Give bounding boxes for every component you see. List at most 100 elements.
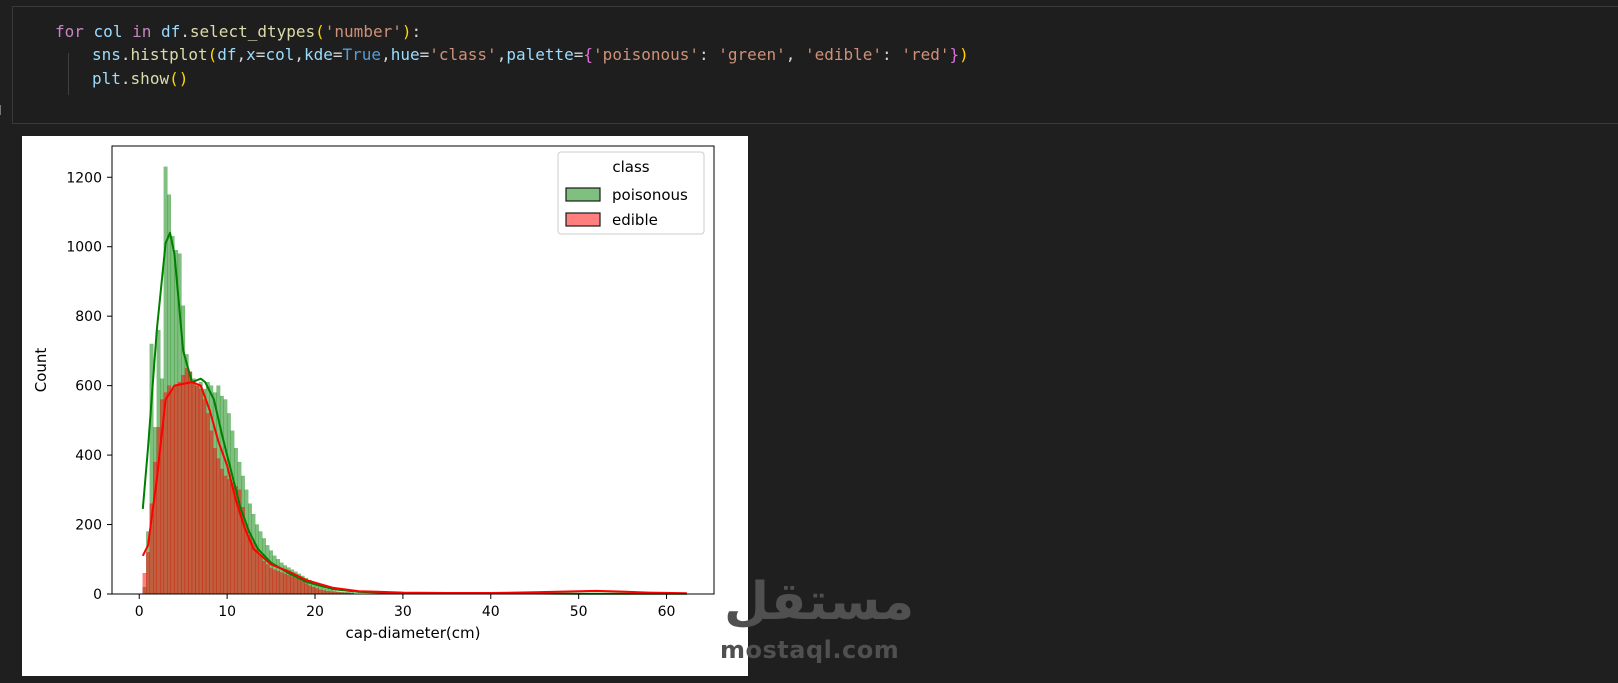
y-tick-label: 200 (75, 518, 102, 534)
code-token: palette (506, 45, 574, 64)
code-token: : (882, 45, 902, 64)
code-token: show (130, 69, 170, 88)
code-token: = (332, 45, 343, 64)
code-token: ( (315, 22, 325, 41)
legend-swatch-poisonous (565, 187, 601, 202)
edible-bar (167, 385, 172, 595)
code-token: select_dtypes (189, 22, 316, 41)
edible-bar (314, 588, 319, 595)
code-token: 'red' (901, 45, 950, 64)
code-token: in (132, 22, 152, 41)
edible-bar (321, 590, 326, 595)
code-token: , (496, 45, 507, 64)
code-token: ) (959, 45, 969, 64)
edible-bar (265, 564, 270, 595)
code-token: () (169, 69, 189, 88)
mostaql-watermark: مستقل mostaql.com (720, 572, 914, 678)
code-token: sns (92, 45, 121, 64)
code-token: 'edible' (804, 45, 883, 64)
edible-bar (318, 589, 323, 595)
edible-bar (304, 583, 309, 595)
y-axis-label: Count (32, 348, 50, 393)
code-token: col (265, 45, 295, 64)
y-tick-label: 600 (75, 379, 102, 395)
x-tick-label: 50 (570, 604, 588, 620)
edible-bar (230, 482, 235, 595)
code-token: True (342, 45, 382, 64)
edible-bar (174, 385, 179, 595)
code-token: , (294, 45, 304, 64)
edible-bar (283, 573, 288, 595)
edible-bar (223, 475, 228, 595)
cell-execution-marker (0, 105, 4, 115)
code-token: . (120, 69, 131, 88)
edible-bar (195, 385, 200, 595)
code-token: , (236, 45, 247, 64)
code-token: 'class' (429, 45, 497, 64)
code-token: for (55, 22, 84, 41)
code-line-2: sns.histplot(df,x=col,kde=True,hue='clas… (92, 44, 969, 66)
edible-bar (279, 572, 284, 595)
edible-bar (191, 382, 196, 595)
cell-output-plot: 0 10 20 30 40 50 60 0 200 400 600 800 1000 1200 cap-… (22, 136, 748, 676)
code-token: } (949, 45, 960, 64)
code-token: df (217, 45, 237, 64)
y-axis: 0 200 400 600 800 1000 1200 (66, 170, 112, 603)
x-axis: 0 10 20 30 40 50 60 (135, 594, 676, 620)
code-token: = (573, 45, 584, 64)
code-token: = (255, 45, 266, 64)
code-token: = (419, 45, 430, 64)
code-line-1: for col in df.select_dtypes('number'): (55, 21, 421, 43)
y-tick-label: 1200 (66, 170, 102, 186)
code-token: . (120, 45, 131, 64)
histogram-chart: 0 10 20 30 40 50 60 0 200 400 600 800 1000 1200 cap-… (32, 145, 715, 642)
edible-bar (262, 560, 266, 595)
edible-bar (219, 468, 224, 595)
code-token: plt (92, 69, 121, 88)
x-tick-label: 30 (394, 604, 412, 620)
edible-bar (286, 575, 291, 595)
edible-bar (142, 573, 147, 595)
watermark-text: mostaql.com (720, 636, 900, 664)
code-token: 'green' (718, 45, 786, 64)
edible-bar (297, 579, 302, 595)
edible-bar (188, 371, 193, 595)
x-tick-label: 60 (658, 604, 676, 620)
edible-bar (209, 430, 214, 595)
legend-label-poisonous: poisonous (612, 186, 688, 204)
code-token: x (246, 45, 256, 64)
y-tick-label: 0 (93, 587, 102, 603)
x-tick-label: 40 (482, 604, 500, 620)
edible-bar (293, 577, 298, 595)
edible-bar (163, 392, 168, 595)
legend-label-edible: edible (612, 211, 658, 229)
edible-bar (177, 382, 182, 595)
code-token: , (381, 45, 391, 64)
edible-bar (258, 555, 263, 595)
code-token: 'number' (324, 22, 402, 41)
code-token: df (161, 22, 181, 41)
code-cell[interactable]: for col in df.select_dtypes('number'): s… (12, 6, 1618, 124)
y-tick-label: 1000 (66, 240, 102, 256)
edible-bar (307, 585, 312, 595)
edible-bar (276, 570, 281, 595)
x-tick-label: 0 (135, 604, 144, 620)
x-tick-label: 10 (218, 604, 236, 620)
edible-bar (272, 569, 277, 595)
code-token: { (583, 45, 594, 64)
x-axis-label: cap-diameter(cm) (346, 624, 481, 642)
edible-bar (255, 548, 259, 595)
watermark-logo: مستقل (724, 572, 915, 632)
edible-bar (181, 375, 186, 595)
code-token: : (699, 45, 719, 64)
y-tick-label: 800 (75, 309, 102, 325)
edible-bar (226, 479, 231, 595)
edible-bar (216, 458, 221, 595)
edible-bar (146, 552, 150, 595)
legend: class poisonous edible (557, 151, 705, 235)
code-token: hue (390, 45, 420, 64)
legend-title: class (612, 158, 649, 176)
edible-bar (311, 586, 316, 595)
legend-swatch-edible (565, 212, 601, 227)
code-line-3: plt.show() (92, 68, 188, 90)
